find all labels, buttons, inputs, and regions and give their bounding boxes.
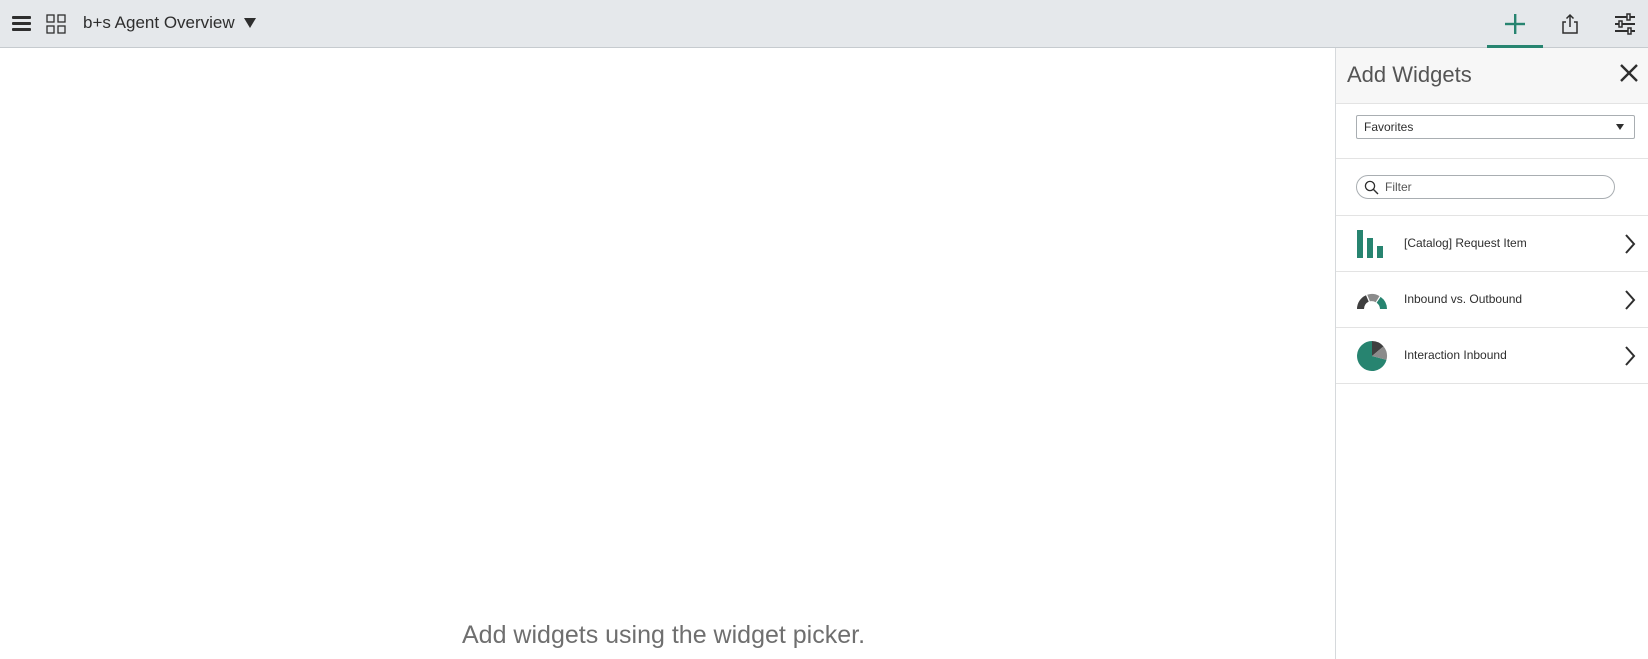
widget-source-value: Favorites [1364,120,1414,134]
widget-item-inbound-vs-outbound[interactable]: Inbound vs. Outbound [1336,272,1648,328]
search-icon [1364,180,1379,195]
widget-item-label: Inbound vs. Outbound [1404,292,1523,306]
widget-source-select[interactable]: Favorites [1356,115,1635,139]
panel-header: Add Widgets [1336,48,1648,104]
dashboard-canvas: Add widgets using the widget picker. [0,48,1335,659]
caret-down-icon[interactable] [244,18,256,28]
empty-canvas-message: Add widgets using the widget picker. [462,621,866,649]
filter-input[interactable] [1385,178,1605,196]
dashboards-grid-icon[interactable] [46,14,68,36]
panel-title: Add Widgets [1347,62,1472,87]
add-widgets-panel: Add Widgets Favorites Filter [Catalog] R… [1335,48,1648,659]
chevron-right-icon [1625,346,1636,366]
add-widget-button[interactable] [1487,0,1543,48]
chevron-right-icon [1625,290,1636,310]
widget-item-label: [Catalog] Request Item [1404,236,1527,250]
widget-item-catalog-request-item[interactable]: [Catalog] Request Item [1336,216,1648,272]
hamburger-menu-icon[interactable] [10,13,34,35]
close-icon[interactable] [1618,62,1640,84]
share-icon[interactable] [1558,12,1582,36]
bar-chart-icon [1357,230,1383,258]
select-caret-icon [1616,124,1624,130]
widget-item-label: Interaction Inbound [1404,348,1507,362]
top-toolbar: b+s Agent Overview [0,0,1648,48]
dashboard-title[interactable]: b+s Agent Overview [83,12,235,34]
widget-item-interaction-inbound[interactable]: Interaction Inbound [1336,328,1648,384]
filter-field[interactable] [1356,175,1615,199]
semi-donut-chart-icon [1356,293,1387,309]
widget-source-row: Favorites [1336,104,1648,159]
filter-row [1336,159,1648,216]
sliders-icon[interactable] [1613,12,1637,36]
plus-icon [1505,14,1525,34]
widget-list: [Catalog] Request Item Inbound vs. Outbo… [1336,216,1648,384]
pie-chart-icon [1357,341,1388,371]
chevron-right-icon [1625,234,1636,254]
